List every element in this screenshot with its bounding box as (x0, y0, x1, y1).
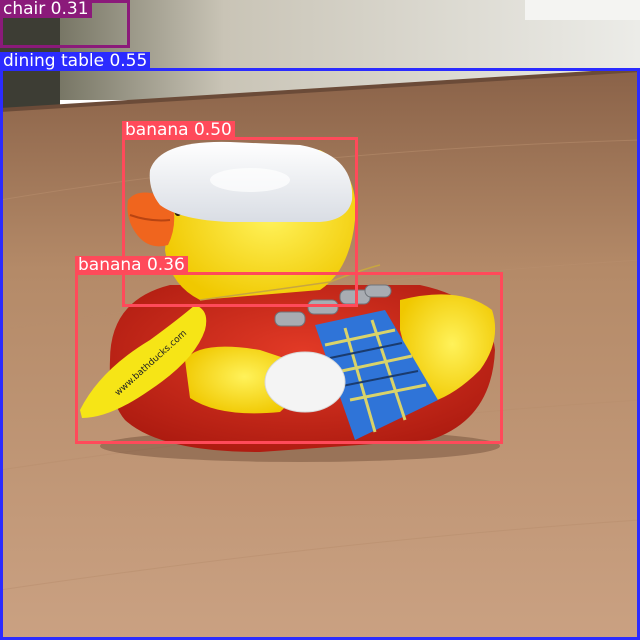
detection-label-banana-2: banana 0.36 (75, 256, 188, 274)
detection-label-chair: chair 0.31 (0, 0, 92, 18)
detection-box-banana-2 (75, 272, 503, 444)
detection-label-banana-1: banana 0.50 (122, 121, 235, 139)
frame-edge (525, 0, 640, 20)
detection-label-dining-table: dining table 0.55 (0, 52, 151, 70)
